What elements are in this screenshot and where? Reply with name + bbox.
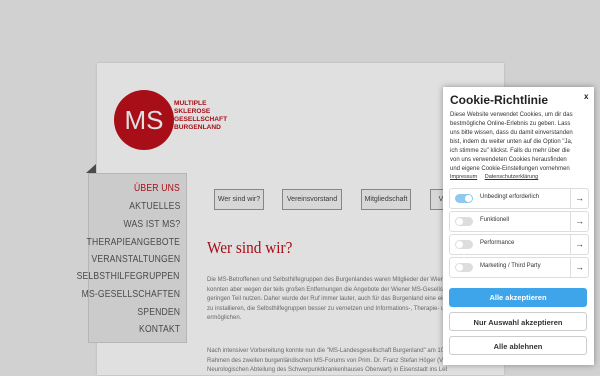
- toggle-knob: [456, 218, 463, 225]
- toggle-necessary[interactable]: [455, 194, 473, 203]
- cookie-option-necessary[interactable]: Unbedingt erforderlich →: [449, 188, 589, 209]
- close-icon[interactable]: x: [584, 92, 588, 101]
- description-line: und eigene Cookie-Einstellungen vornehme…: [450, 166, 570, 172]
- description-line: von uns verwendeten Cookies herausfinden: [450, 157, 567, 163]
- option-label: Performance: [480, 240, 515, 246]
- cookie-dialog: Cookie-Richtlinie x Diese Website verwen…: [443, 87, 594, 365]
- toggle-knob: [456, 264, 463, 271]
- cookie-links: Impressum Datenschutzerklärung: [450, 174, 544, 180]
- datenschutz-link[interactable]: Datenschutzerklärung: [485, 174, 539, 180]
- cookie-option-marketing[interactable]: Marketing / Third Party →: [449, 257, 589, 278]
- toggle-marketing[interactable]: [455, 263, 473, 272]
- accept-selection-button[interactable]: Nur Auswahl akzeptieren: [449, 312, 587, 331]
- toggle-knob: [465, 195, 472, 202]
- cookie-option-functional[interactable]: Funktionell →: [449, 211, 589, 232]
- description-line: uns bitte wissen, dass du damit einverst…: [450, 130, 573, 136]
- accept-all-button[interactable]: Alle akzeptieren: [449, 288, 587, 307]
- impressum-link[interactable]: Impressum: [450, 174, 477, 180]
- cookie-description: Diese Website verwendet Cookies, um dir …: [450, 111, 590, 174]
- toggle-knob: [456, 241, 463, 248]
- toggle-functional[interactable]: [455, 217, 473, 226]
- option-label: Marketing / Third Party: [480, 263, 541, 269]
- cookie-option-performance[interactable]: Performance →: [449, 234, 589, 255]
- toggle-performance[interactable]: [455, 240, 473, 249]
- arrow-right-icon[interactable]: →: [570, 189, 588, 208]
- cookie-title: Cookie-Richtlinie: [450, 93, 549, 107]
- description-line: ich stimme zu" klickst. Falls du mehr üb…: [450, 148, 570, 154]
- arrow-right-icon[interactable]: →: [570, 235, 588, 254]
- option-label: Funktionell: [480, 217, 510, 223]
- description-line: bestmögliche Online-Erlebnis zu geben. L…: [450, 121, 571, 127]
- description-line: bist, indem du weiter unten auf die Opti…: [450, 139, 573, 145]
- description-line: Diese Website verwendet Cookies, um dir …: [450, 112, 573, 118]
- option-label: Unbedingt erforderlich: [480, 194, 540, 200]
- arrow-right-icon[interactable]: →: [570, 258, 588, 277]
- arrow-right-icon[interactable]: →: [570, 212, 588, 231]
- reject-all-button[interactable]: Alle ablehnen: [449, 336, 587, 355]
